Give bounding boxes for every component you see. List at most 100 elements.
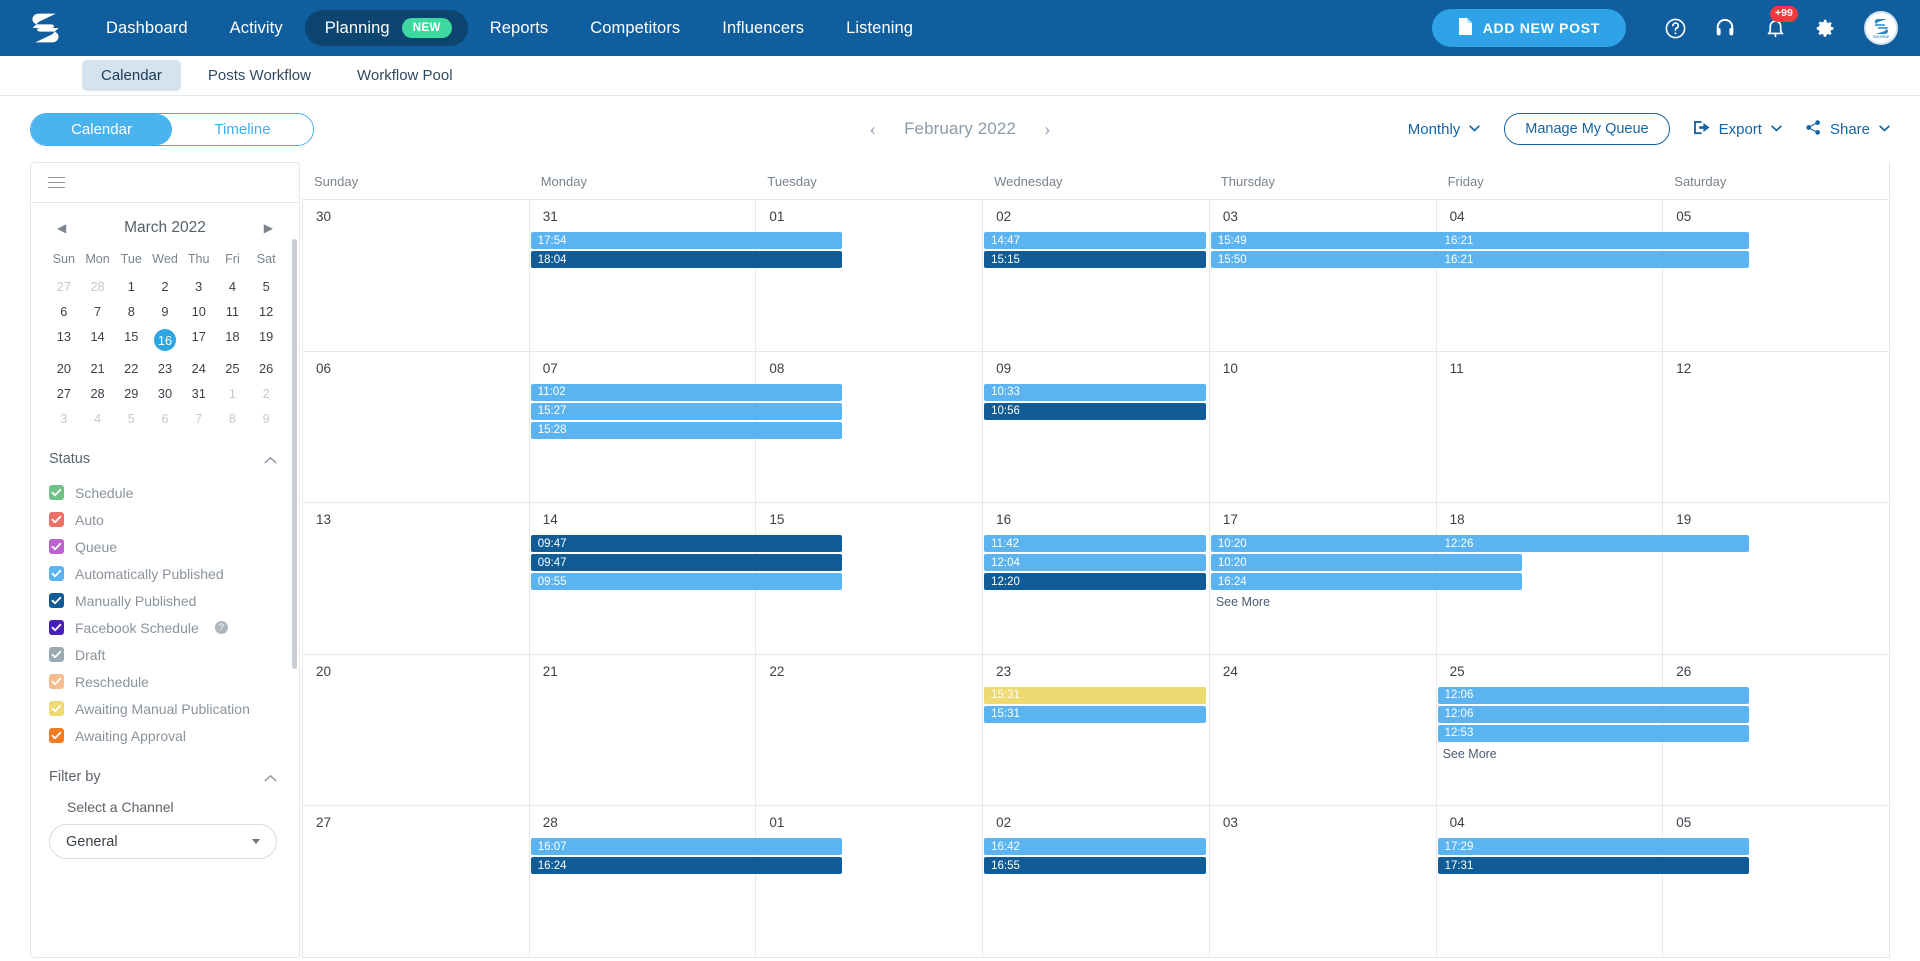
- status-filter-row[interactable]: Draft: [49, 641, 299, 668]
- status-section-header[interactable]: Status: [31, 437, 299, 477]
- mini-calendar-day[interactable]: 1: [114, 274, 148, 299]
- calendar-event-pill[interactable]: 15:27: [530, 402, 843, 420]
- calendar-event-pill[interactable]: 12:26: [1437, 535, 1750, 553]
- mini-calendar-day[interactable]: 28: [81, 274, 115, 299]
- mini-calendar-day[interactable]: 2: [148, 274, 182, 299]
- calendar-event-pill[interactable]: 12:06: [1437, 705, 1750, 723]
- calendar-day-cell[interactable]: 24: [1208, 654, 1436, 806]
- status-checkbox[interactable]: [49, 485, 64, 500]
- mini-calendar-day[interactable]: 11: [216, 299, 250, 324]
- calendar-day-cell[interactable]: 11: [1435, 351, 1663, 503]
- calendar-day-cell[interactable]: 03: [1208, 806, 1436, 957]
- mini-calendar-day[interactable]: 6: [47, 299, 81, 324]
- status-filter-row[interactable]: Manually Published: [49, 587, 299, 614]
- calendar-day-cell[interactable]: 16 11:42 12:04 12:20: [982, 503, 1209, 654]
- calendar-event-pill[interactable]: 10:20: [1210, 554, 1523, 572]
- status-filter-row[interactable]: Auto: [49, 506, 299, 533]
- calendar-day-cell[interactable]: 30: [302, 200, 529, 351]
- calendar-event-pill[interactable]: 12:53: [1437, 724, 1750, 742]
- nav-item-competitors[interactable]: Competitors: [570, 10, 700, 47]
- mini-calendar-day[interactable]: 29: [114, 381, 148, 406]
- mini-calendar-prev-button[interactable]: ◀: [57, 221, 66, 235]
- calendar-day-cell[interactable]: 06: [302, 351, 529, 503]
- calendar-day-cell[interactable]: 14 09:47 09:47 09:55: [528, 503, 843, 654]
- view-mode-calendar[interactable]: Calendar: [31, 113, 172, 145]
- nav-item-reports[interactable]: Reports: [470, 10, 568, 47]
- calendar-event-pill[interactable]: 16:21: [1437, 232, 1750, 249]
- calendar-event-pill[interactable]: 12:20: [984, 573, 1206, 591]
- calendar-day-cell[interactable]: 07 11:02 15:27 15:28: [528, 351, 843, 503]
- calendar-event-pill[interactable]: 15:15: [984, 251, 1206, 268]
- calendar-day-cell[interactable]: 04 17:29 17:31: [1435, 806, 1750, 957]
- calendar-day-cell[interactable]: 19: [1662, 503, 1889, 654]
- mini-calendar-day[interactable]: 4: [216, 274, 250, 299]
- status-filter-row[interactable]: Automatically Published: [49, 560, 299, 587]
- calendar-day-cell[interactable]: 31 17:54 18:04: [528, 200, 843, 351]
- calendar-day-cell[interactable]: 28 16:07 16:24: [528, 806, 843, 957]
- calendar-event-pill[interactable]: 16:24: [530, 857, 843, 875]
- headset-icon[interactable]: [1710, 13, 1740, 43]
- mini-calendar-day[interactable]: 25: [216, 356, 250, 381]
- channel-select[interactable]: General: [49, 824, 277, 859]
- mini-calendar-day[interactable]: 20: [47, 356, 81, 381]
- mini-calendar-day[interactable]: 30: [148, 381, 182, 406]
- tab-workflow-pool[interactable]: Workflow Pool: [338, 60, 472, 91]
- calendar-event-pill[interactable]: 09:55: [530, 573, 843, 591]
- calendar-day-cell[interactable]: 20: [302, 654, 529, 806]
- calendar-event-pill[interactable]: 10:33: [984, 383, 1206, 401]
- mini-calendar-day[interactable]: 2: [249, 381, 283, 406]
- calendar-day-cell[interactable]: 27: [302, 806, 529, 957]
- calendar-event-pill[interactable]: 16:07: [530, 838, 843, 856]
- mini-calendar-day[interactable]: 3: [47, 406, 81, 431]
- mini-calendar-day[interactable]: 4: [81, 406, 115, 431]
- calendar-event-pill[interactable]: 17:54: [530, 232, 843, 249]
- mini-calendar-day[interactable]: 7: [182, 406, 216, 431]
- mini-calendar-day[interactable]: 8: [216, 406, 250, 431]
- mini-calendar-day[interactable]: 19: [249, 324, 283, 356]
- nav-item-influencers[interactable]: Influencers: [702, 10, 824, 47]
- calendar-event-pill[interactable]: 12:04: [984, 554, 1206, 572]
- swonkie-logo-icon[interactable]: [28, 11, 64, 45]
- mini-calendar-day[interactable]: 13: [47, 324, 81, 356]
- see-more-link[interactable]: See More: [1437, 747, 1663, 761]
- nav-item-dashboard[interactable]: Dashboard: [86, 10, 208, 47]
- status-checkbox[interactable]: [49, 566, 64, 581]
- nav-item-activity[interactable]: Activity: [210, 10, 303, 47]
- mini-calendar-day[interactable]: 5: [114, 406, 148, 431]
- mini-calendar-day[interactable]: 9: [148, 299, 182, 324]
- mini-calendar-day[interactable]: 18: [216, 324, 250, 356]
- previous-period-button[interactable]: ‹: [867, 119, 878, 139]
- calendar-event-pill[interactable]: 16:42: [984, 838, 1206, 856]
- calendar-day-cell[interactable]: 01: [755, 200, 982, 351]
- tab-calendar[interactable]: Calendar: [82, 60, 181, 91]
- calendar-event-pill[interactable]: 09:47: [530, 535, 843, 553]
- calendar-day-cell[interactable]: 01: [755, 806, 982, 957]
- status-filter-row[interactable]: Schedule: [49, 479, 299, 506]
- status-filter-row[interactable]: Reschedule: [49, 668, 299, 695]
- mini-calendar-day[interactable]: 14: [81, 324, 115, 356]
- status-checkbox[interactable]: [49, 512, 64, 527]
- calendar-event-pill[interactable]: 12:06: [1437, 686, 1750, 704]
- sidebar-collapse-button[interactable]: [31, 163, 299, 203]
- status-filter-row[interactable]: Awaiting Approval: [49, 722, 299, 749]
- user-avatar[interactable]: swonkie: [1864, 11, 1898, 45]
- add-new-post-button[interactable]: ADD NEW POST: [1431, 9, 1626, 47]
- mini-calendar-day[interactable]: 8: [114, 299, 148, 324]
- mini-calendar-day[interactable]: 15: [114, 324, 148, 356]
- mini-calendar-day[interactable]: 24: [182, 356, 216, 381]
- calendar-event-pill[interactable]: 16:21: [1437, 251, 1750, 268]
- mini-calendar-day[interactable]: 26: [249, 356, 283, 381]
- calendar-day-cell[interactable]: 10: [1208, 351, 1436, 503]
- calendar-day-cell[interactable]: 05: [1662, 806, 1889, 957]
- calendar-day-cell[interactable]: 23 15:31 15:31: [982, 654, 1209, 806]
- status-checkbox[interactable]: [49, 728, 64, 743]
- nav-item-listening[interactable]: Listening: [826, 10, 933, 47]
- nav-item-planning[interactable]: Planning NEW: [304, 10, 468, 46]
- calendar-event-pill[interactable]: 11:02: [530, 383, 843, 401]
- mini-calendar-day[interactable]: 9: [249, 406, 283, 431]
- status-filter-row[interactable]: Awaiting Manual Publication: [49, 695, 299, 722]
- calendar-event-pill[interactable]: 09:47: [530, 554, 843, 572]
- export-button[interactable]: Export: [1693, 120, 1782, 139]
- calendar-event-pill[interactable]: 15:31: [984, 705, 1206, 723]
- status-checkbox[interactable]: [49, 593, 64, 608]
